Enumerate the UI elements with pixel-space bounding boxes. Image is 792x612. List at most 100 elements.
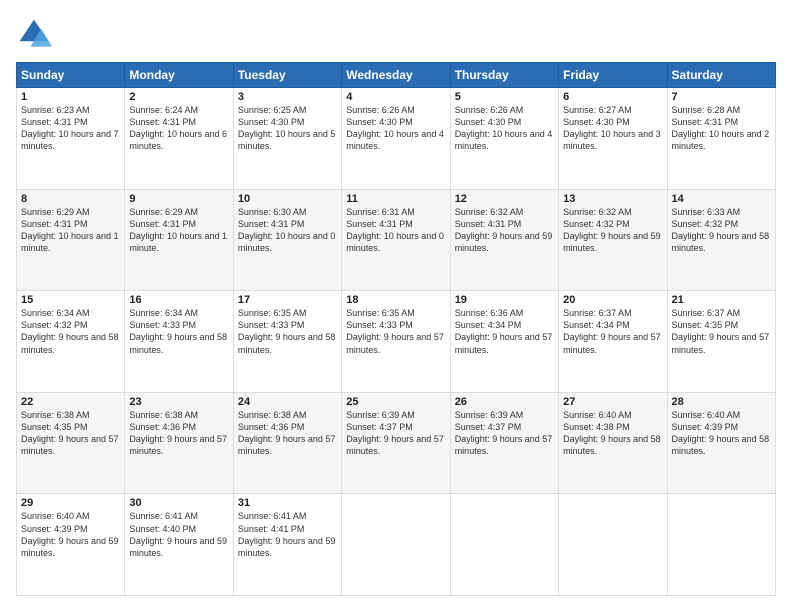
day-header-monday: Monday: [125, 63, 233, 88]
calendar-cell: 14 Sunrise: 6:33 AM Sunset: 4:32 PM Dayl…: [667, 189, 775, 291]
calendar-cell: 26 Sunrise: 6:39 AM Sunset: 4:37 PM Dayl…: [450, 392, 558, 494]
cell-info: Sunrise: 6:32 AM Sunset: 4:31 PM Dayligh…: [455, 206, 554, 255]
day-number: 1: [21, 91, 120, 103]
day-number: 31: [238, 497, 337, 509]
cell-info: Sunrise: 6:40 AM Sunset: 4:39 PM Dayligh…: [21, 510, 120, 559]
calendar-cell: 28 Sunrise: 6:40 AM Sunset: 4:39 PM Dayl…: [667, 392, 775, 494]
calendar-header: SundayMondayTuesdayWednesdayThursdayFrid…: [17, 63, 776, 88]
day-header-tuesday: Tuesday: [233, 63, 341, 88]
calendar-cell: [667, 494, 775, 596]
calendar-cell: 6 Sunrise: 6:27 AM Sunset: 4:30 PM Dayli…: [559, 88, 667, 190]
day-number: 15: [21, 294, 120, 306]
cell-info: Sunrise: 6:25 AM Sunset: 4:30 PM Dayligh…: [238, 104, 337, 153]
cell-info: Sunrise: 6:34 AM Sunset: 4:32 PM Dayligh…: [21, 307, 120, 356]
calendar-cell: 25 Sunrise: 6:39 AM Sunset: 4:37 PM Dayl…: [342, 392, 450, 494]
calendar-cell: 9 Sunrise: 6:29 AM Sunset: 4:31 PM Dayli…: [125, 189, 233, 291]
calendar-cell: 11 Sunrise: 6:31 AM Sunset: 4:31 PM Dayl…: [342, 189, 450, 291]
cell-info: Sunrise: 6:36 AM Sunset: 4:34 PM Dayligh…: [455, 307, 554, 356]
cell-info: Sunrise: 6:26 AM Sunset: 4:30 PM Dayligh…: [455, 104, 554, 153]
calendar-cell: 5 Sunrise: 6:26 AM Sunset: 4:30 PM Dayli…: [450, 88, 558, 190]
calendar-cell: 1 Sunrise: 6:23 AM Sunset: 4:31 PM Dayli…: [17, 88, 125, 190]
calendar-cell: 31 Sunrise: 6:41 AM Sunset: 4:41 PM Dayl…: [233, 494, 341, 596]
day-number: 3: [238, 91, 337, 103]
calendar-cell: 15 Sunrise: 6:34 AM Sunset: 4:32 PM Dayl…: [17, 291, 125, 393]
page: SundayMondayTuesdayWednesdayThursdayFrid…: [0, 0, 792, 612]
week-row-2: 8 Sunrise: 6:29 AM Sunset: 4:31 PM Dayli…: [17, 189, 776, 291]
calendar-cell: [450, 494, 558, 596]
calendar-cell: [559, 494, 667, 596]
cell-info: Sunrise: 6:37 AM Sunset: 4:35 PM Dayligh…: [672, 307, 771, 356]
cell-info: Sunrise: 6:35 AM Sunset: 4:33 PM Dayligh…: [346, 307, 445, 356]
calendar-cell: 13 Sunrise: 6:32 AM Sunset: 4:32 PM Dayl…: [559, 189, 667, 291]
calendar-cell: 12 Sunrise: 6:32 AM Sunset: 4:31 PM Dayl…: [450, 189, 558, 291]
cell-info: Sunrise: 6:40 AM Sunset: 4:39 PM Dayligh…: [672, 409, 771, 458]
day-number: 7: [672, 91, 771, 103]
cell-info: Sunrise: 6:33 AM Sunset: 4:32 PM Dayligh…: [672, 206, 771, 255]
cell-info: Sunrise: 6:38 AM Sunset: 4:35 PM Dayligh…: [21, 409, 120, 458]
day-number: 27: [563, 396, 662, 408]
calendar-cell: 8 Sunrise: 6:29 AM Sunset: 4:31 PM Dayli…: [17, 189, 125, 291]
cell-info: Sunrise: 6:38 AM Sunset: 4:36 PM Dayligh…: [129, 409, 228, 458]
day-number: 14: [672, 193, 771, 205]
week-row-3: 15 Sunrise: 6:34 AM Sunset: 4:32 PM Dayl…: [17, 291, 776, 393]
cell-info: Sunrise: 6:34 AM Sunset: 4:33 PM Dayligh…: [129, 307, 228, 356]
day-number: 19: [455, 294, 554, 306]
day-number: 22: [21, 396, 120, 408]
calendar-cell: 29 Sunrise: 6:40 AM Sunset: 4:39 PM Dayl…: [17, 494, 125, 596]
day-number: 30: [129, 497, 228, 509]
day-number: 26: [455, 396, 554, 408]
cell-info: Sunrise: 6:38 AM Sunset: 4:36 PM Dayligh…: [238, 409, 337, 458]
day-number: 23: [129, 396, 228, 408]
cell-info: Sunrise: 6:41 AM Sunset: 4:40 PM Dayligh…: [129, 510, 228, 559]
week-row-1: 1 Sunrise: 6:23 AM Sunset: 4:31 PM Dayli…: [17, 88, 776, 190]
cell-info: Sunrise: 6:35 AM Sunset: 4:33 PM Dayligh…: [238, 307, 337, 356]
day-header-wednesday: Wednesday: [342, 63, 450, 88]
cell-info: Sunrise: 6:29 AM Sunset: 4:31 PM Dayligh…: [21, 206, 120, 255]
day-number: 20: [563, 294, 662, 306]
week-row-4: 22 Sunrise: 6:38 AM Sunset: 4:35 PM Dayl…: [17, 392, 776, 494]
day-number: 28: [672, 396, 771, 408]
calendar-cell: 10 Sunrise: 6:30 AM Sunset: 4:31 PM Dayl…: [233, 189, 341, 291]
day-number: 11: [346, 193, 445, 205]
calendar-cell: 30 Sunrise: 6:41 AM Sunset: 4:40 PM Dayl…: [125, 494, 233, 596]
day-number: 4: [346, 91, 445, 103]
calendar-cell: 19 Sunrise: 6:36 AM Sunset: 4:34 PM Dayl…: [450, 291, 558, 393]
logo-icon: [16, 16, 52, 52]
calendar-cell: 18 Sunrise: 6:35 AM Sunset: 4:33 PM Dayl…: [342, 291, 450, 393]
day-number: 5: [455, 91, 554, 103]
calendar-cell: 22 Sunrise: 6:38 AM Sunset: 4:35 PM Dayl…: [17, 392, 125, 494]
week-row-5: 29 Sunrise: 6:40 AM Sunset: 4:39 PM Dayl…: [17, 494, 776, 596]
cell-info: Sunrise: 6:39 AM Sunset: 4:37 PM Dayligh…: [346, 409, 445, 458]
calendar-cell: 7 Sunrise: 6:28 AM Sunset: 4:31 PM Dayli…: [667, 88, 775, 190]
calendar-cell: 20 Sunrise: 6:37 AM Sunset: 4:34 PM Dayl…: [559, 291, 667, 393]
day-number: 8: [21, 193, 120, 205]
day-header-saturday: Saturday: [667, 63, 775, 88]
cell-info: Sunrise: 6:40 AM Sunset: 4:38 PM Dayligh…: [563, 409, 662, 458]
day-number: 12: [455, 193, 554, 205]
calendar-cell: 17 Sunrise: 6:35 AM Sunset: 4:33 PM Dayl…: [233, 291, 341, 393]
cell-info: Sunrise: 6:31 AM Sunset: 4:31 PM Dayligh…: [346, 206, 445, 255]
header: [16, 16, 776, 52]
day-number: 16: [129, 294, 228, 306]
cell-info: Sunrise: 6:28 AM Sunset: 4:31 PM Dayligh…: [672, 104, 771, 153]
cell-info: Sunrise: 6:39 AM Sunset: 4:37 PM Dayligh…: [455, 409, 554, 458]
cell-info: Sunrise: 6:37 AM Sunset: 4:34 PM Dayligh…: [563, 307, 662, 356]
day-header-thursday: Thursday: [450, 63, 558, 88]
day-header-sunday: Sunday: [17, 63, 125, 88]
day-number: 6: [563, 91, 662, 103]
day-number: 21: [672, 294, 771, 306]
day-number: 10: [238, 193, 337, 205]
calendar-cell: [342, 494, 450, 596]
calendar-cell: 23 Sunrise: 6:38 AM Sunset: 4:36 PM Dayl…: [125, 392, 233, 494]
calendar-cell: 27 Sunrise: 6:40 AM Sunset: 4:38 PM Dayl…: [559, 392, 667, 494]
day-number: 17: [238, 294, 337, 306]
calendar-cell: 21 Sunrise: 6:37 AM Sunset: 4:35 PM Dayl…: [667, 291, 775, 393]
day-header-friday: Friday: [559, 63, 667, 88]
calendar-cell: 2 Sunrise: 6:24 AM Sunset: 4:31 PM Dayli…: [125, 88, 233, 190]
day-number: 18: [346, 294, 445, 306]
header-row: SundayMondayTuesdayWednesdayThursdayFrid…: [17, 63, 776, 88]
calendar-cell: 3 Sunrise: 6:25 AM Sunset: 4:30 PM Dayli…: [233, 88, 341, 190]
day-number: 9: [129, 193, 228, 205]
day-number: 24: [238, 396, 337, 408]
calendar-cell: 24 Sunrise: 6:38 AM Sunset: 4:36 PM Dayl…: [233, 392, 341, 494]
